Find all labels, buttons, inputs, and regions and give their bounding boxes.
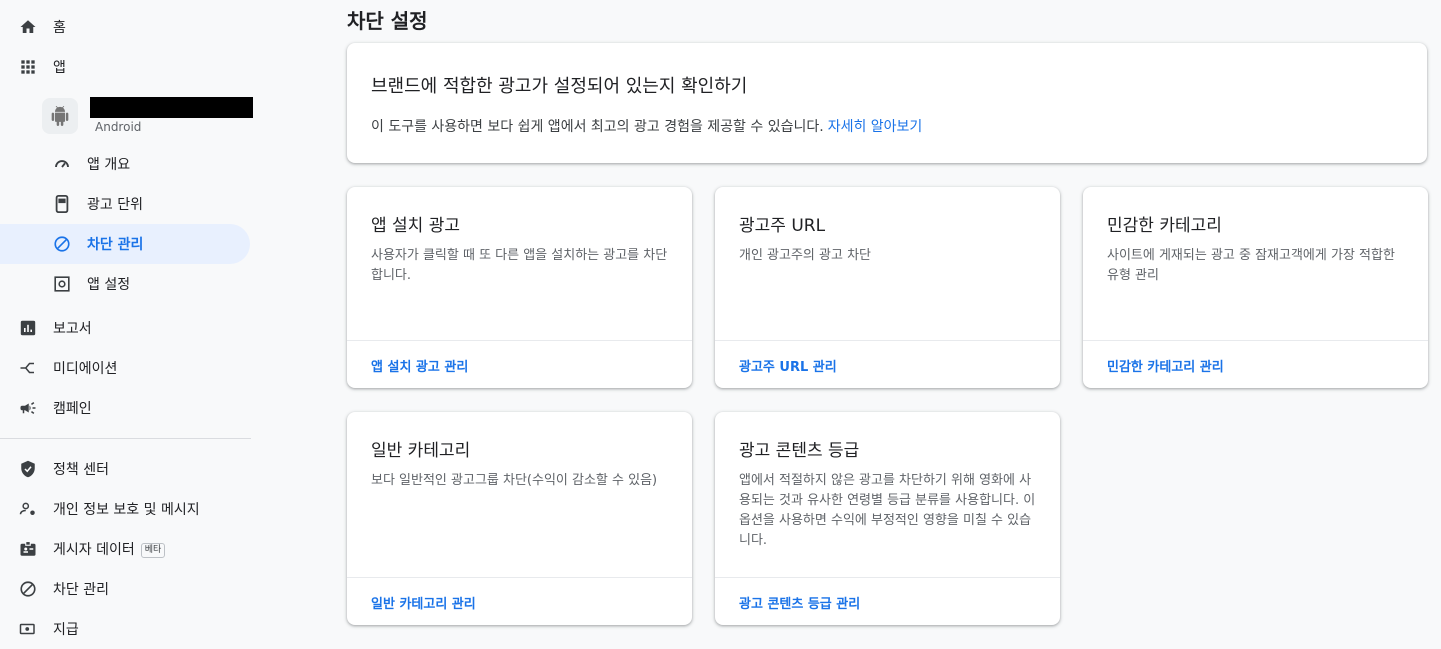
card-footer: 민감한 카테고리 관리 xyxy=(1083,340,1428,388)
card-footer: 일반 카테고리 관리 xyxy=(347,577,692,625)
nav-blocking-controls[interactable]: 차단 관리 xyxy=(0,569,250,609)
card-general-categories: 일반 카테고리 보다 일반적인 광고그룹 차단(수익이 감소할 수 있음) 일반… xyxy=(347,412,692,625)
phone-icon xyxy=(52,194,72,214)
nav-privacy-label: 개인 정보 보호 및 메시지 xyxy=(53,502,200,518)
card-ad-content-rating: 광고 콘텐츠 등급 앱에서 적절하지 않은 광고를 차단하기 위해 영화에 사용… xyxy=(715,412,1060,625)
card-footer: 앱 설치 광고 관리 xyxy=(347,340,692,388)
apps-grid-icon xyxy=(18,57,38,77)
mediation-icon xyxy=(18,358,38,378)
bar-chart-icon xyxy=(18,318,38,338)
nav-policy-center[interactable]: 정책 센터 xyxy=(0,449,250,489)
nav-mediation-label: 미디에이션 xyxy=(53,361,118,377)
nav-app-settings-label: 앱 설정 xyxy=(87,277,131,293)
nav-home[interactable]: 홈 xyxy=(0,7,250,47)
banner-desc-text: 이 도구를 사용하면 보다 쉽게 앱에서 최고의 광고 경험을 제공할 수 있습… xyxy=(371,119,824,135)
card-sensitive-categories: 민감한 카테고리 사이트에 게재되는 광고 중 잠재고객에게 가장 적합한 유형… xyxy=(1083,187,1428,388)
manage-ad-content-rating-link[interactable]: 광고 콘텐츠 등급 관리 xyxy=(739,593,860,612)
nav-ad-units[interactable]: 광고 단위 xyxy=(0,184,250,224)
card-description: 앱에서 적절하지 않은 광고를 차단하기 위해 영화에 사용되는 것과 유사한 … xyxy=(739,473,1036,548)
manage-sensitive-categories-link[interactable]: 민감한 카테고리 관리 xyxy=(1107,356,1224,375)
nav-home-label: 홈 xyxy=(53,20,66,36)
card-title: 민감한 카테고리 xyxy=(1107,216,1222,236)
nav-apps-label: 앱 xyxy=(53,60,66,76)
nav-app-overview[interactable]: 앱 개요 xyxy=(0,144,250,184)
card-description: 보다 일반적인 광고그룹 차단(수익이 감소할 수 있음) xyxy=(371,473,658,488)
nav-policy-center-label: 정책 센터 xyxy=(53,462,109,478)
payments-icon xyxy=(18,619,38,639)
banner-description: 이 도구를 사용하면 보다 쉽게 앱에서 최고의 광고 경험을 제공할 수 있습… xyxy=(371,116,922,136)
nav-payments[interactable]: 지급 xyxy=(0,609,250,649)
nav-reports-label: 보고서 xyxy=(53,321,92,337)
sidebar-divider xyxy=(0,438,251,439)
nav-blocking-controls-label: 차단 관리 xyxy=(53,582,109,598)
card-title: 일반 카테고리 xyxy=(371,441,471,461)
megaphone-icon xyxy=(18,398,38,418)
nav-app-overview-label: 앱 개요 xyxy=(87,157,131,173)
privacy-user-icon xyxy=(18,499,38,519)
nav-blocking[interactable]: 차단 관리 xyxy=(0,224,250,264)
settings-box-icon xyxy=(52,274,72,294)
card-advertiser-urls: 광고주 URL 개인 광고주의 광고 차단 광고주 URL 관리 xyxy=(715,187,1060,388)
nav-ad-units-label: 광고 단위 xyxy=(87,197,143,213)
learn-more-link[interactable]: 자세히 알아보기 xyxy=(828,119,923,135)
card-description: 사이트에 게재되는 광고 중 잠재고객에게 가장 적합한 유형 관리 xyxy=(1107,248,1395,283)
nav-apps[interactable]: 앱 xyxy=(0,47,250,87)
card-title: 광고 콘텐츠 등급 xyxy=(739,441,860,461)
card-footer: 광고주 URL 관리 xyxy=(715,340,1060,388)
gauge-icon xyxy=(52,154,72,174)
nav-publisher-data-label: 게시자 데이터 베타 xyxy=(53,539,166,559)
shield-check-icon xyxy=(18,459,38,479)
nav-reports[interactable]: 보고서 xyxy=(0,308,250,348)
info-banner: 브랜드에 적합한 광고가 설정되어 있는지 확인하기 이 도구를 사용하면 보다… xyxy=(347,43,1427,163)
nav-blocking-label: 차단 관리 xyxy=(87,237,144,253)
nav-app-settings[interactable]: 앱 설정 xyxy=(0,264,250,304)
selected-app[interactable]: Android xyxy=(42,96,257,140)
beta-badge: 베타 xyxy=(140,542,166,558)
card-description: 개인 광고주의 광고 차단 xyxy=(739,248,871,263)
sidebar: 홈 앱 Android 앱 개요 광고 단위 차단 관리 앱 설정 보고서 미디… xyxy=(0,0,262,638)
home-icon xyxy=(18,17,38,37)
nav-privacy[interactable]: 개인 정보 보호 및 메시지 xyxy=(0,489,250,529)
nav-mediation[interactable]: 미디에이션 xyxy=(0,348,250,388)
block-icon xyxy=(18,579,38,599)
card-description: 사용자가 클릭할 때 또 다른 앱을 설치하는 광고를 차단합니다. xyxy=(371,248,668,283)
nav-campaigns[interactable]: 캠페인 xyxy=(0,388,250,428)
app-name-redacted xyxy=(90,97,253,118)
banner-title: 브랜드에 적합한 광고가 설정되어 있는지 확인하기 xyxy=(371,76,748,97)
manage-general-categories-link[interactable]: 일반 카테고리 관리 xyxy=(371,593,476,612)
android-icon xyxy=(42,98,78,134)
app-platform: Android xyxy=(95,120,142,134)
manage-advertiser-urls-link[interactable]: 광고주 URL 관리 xyxy=(739,356,837,375)
card-app-install-ads: 앱 설치 광고 사용자가 클릭할 때 또 다른 앱을 설치하는 광고를 차단합니… xyxy=(347,187,692,388)
card-title: 광고주 URL xyxy=(739,216,826,236)
nav-payments-label: 지급 xyxy=(53,622,79,638)
manage-app-install-ads-link[interactable]: 앱 설치 광고 관리 xyxy=(371,356,468,375)
page-title: 차단 설정 xyxy=(347,9,428,33)
nav-publisher-data[interactable]: 게시자 데이터 베타 xyxy=(0,529,250,569)
publisher-data-text: 게시자 데이터 xyxy=(53,542,135,558)
block-icon xyxy=(52,234,72,254)
card-footer: 광고 콘텐츠 등급 관리 xyxy=(715,577,1060,625)
nav-campaigns-label: 캠페인 xyxy=(53,401,92,417)
id-badge-icon xyxy=(18,539,38,559)
card-title: 앱 설치 광고 xyxy=(371,216,461,236)
